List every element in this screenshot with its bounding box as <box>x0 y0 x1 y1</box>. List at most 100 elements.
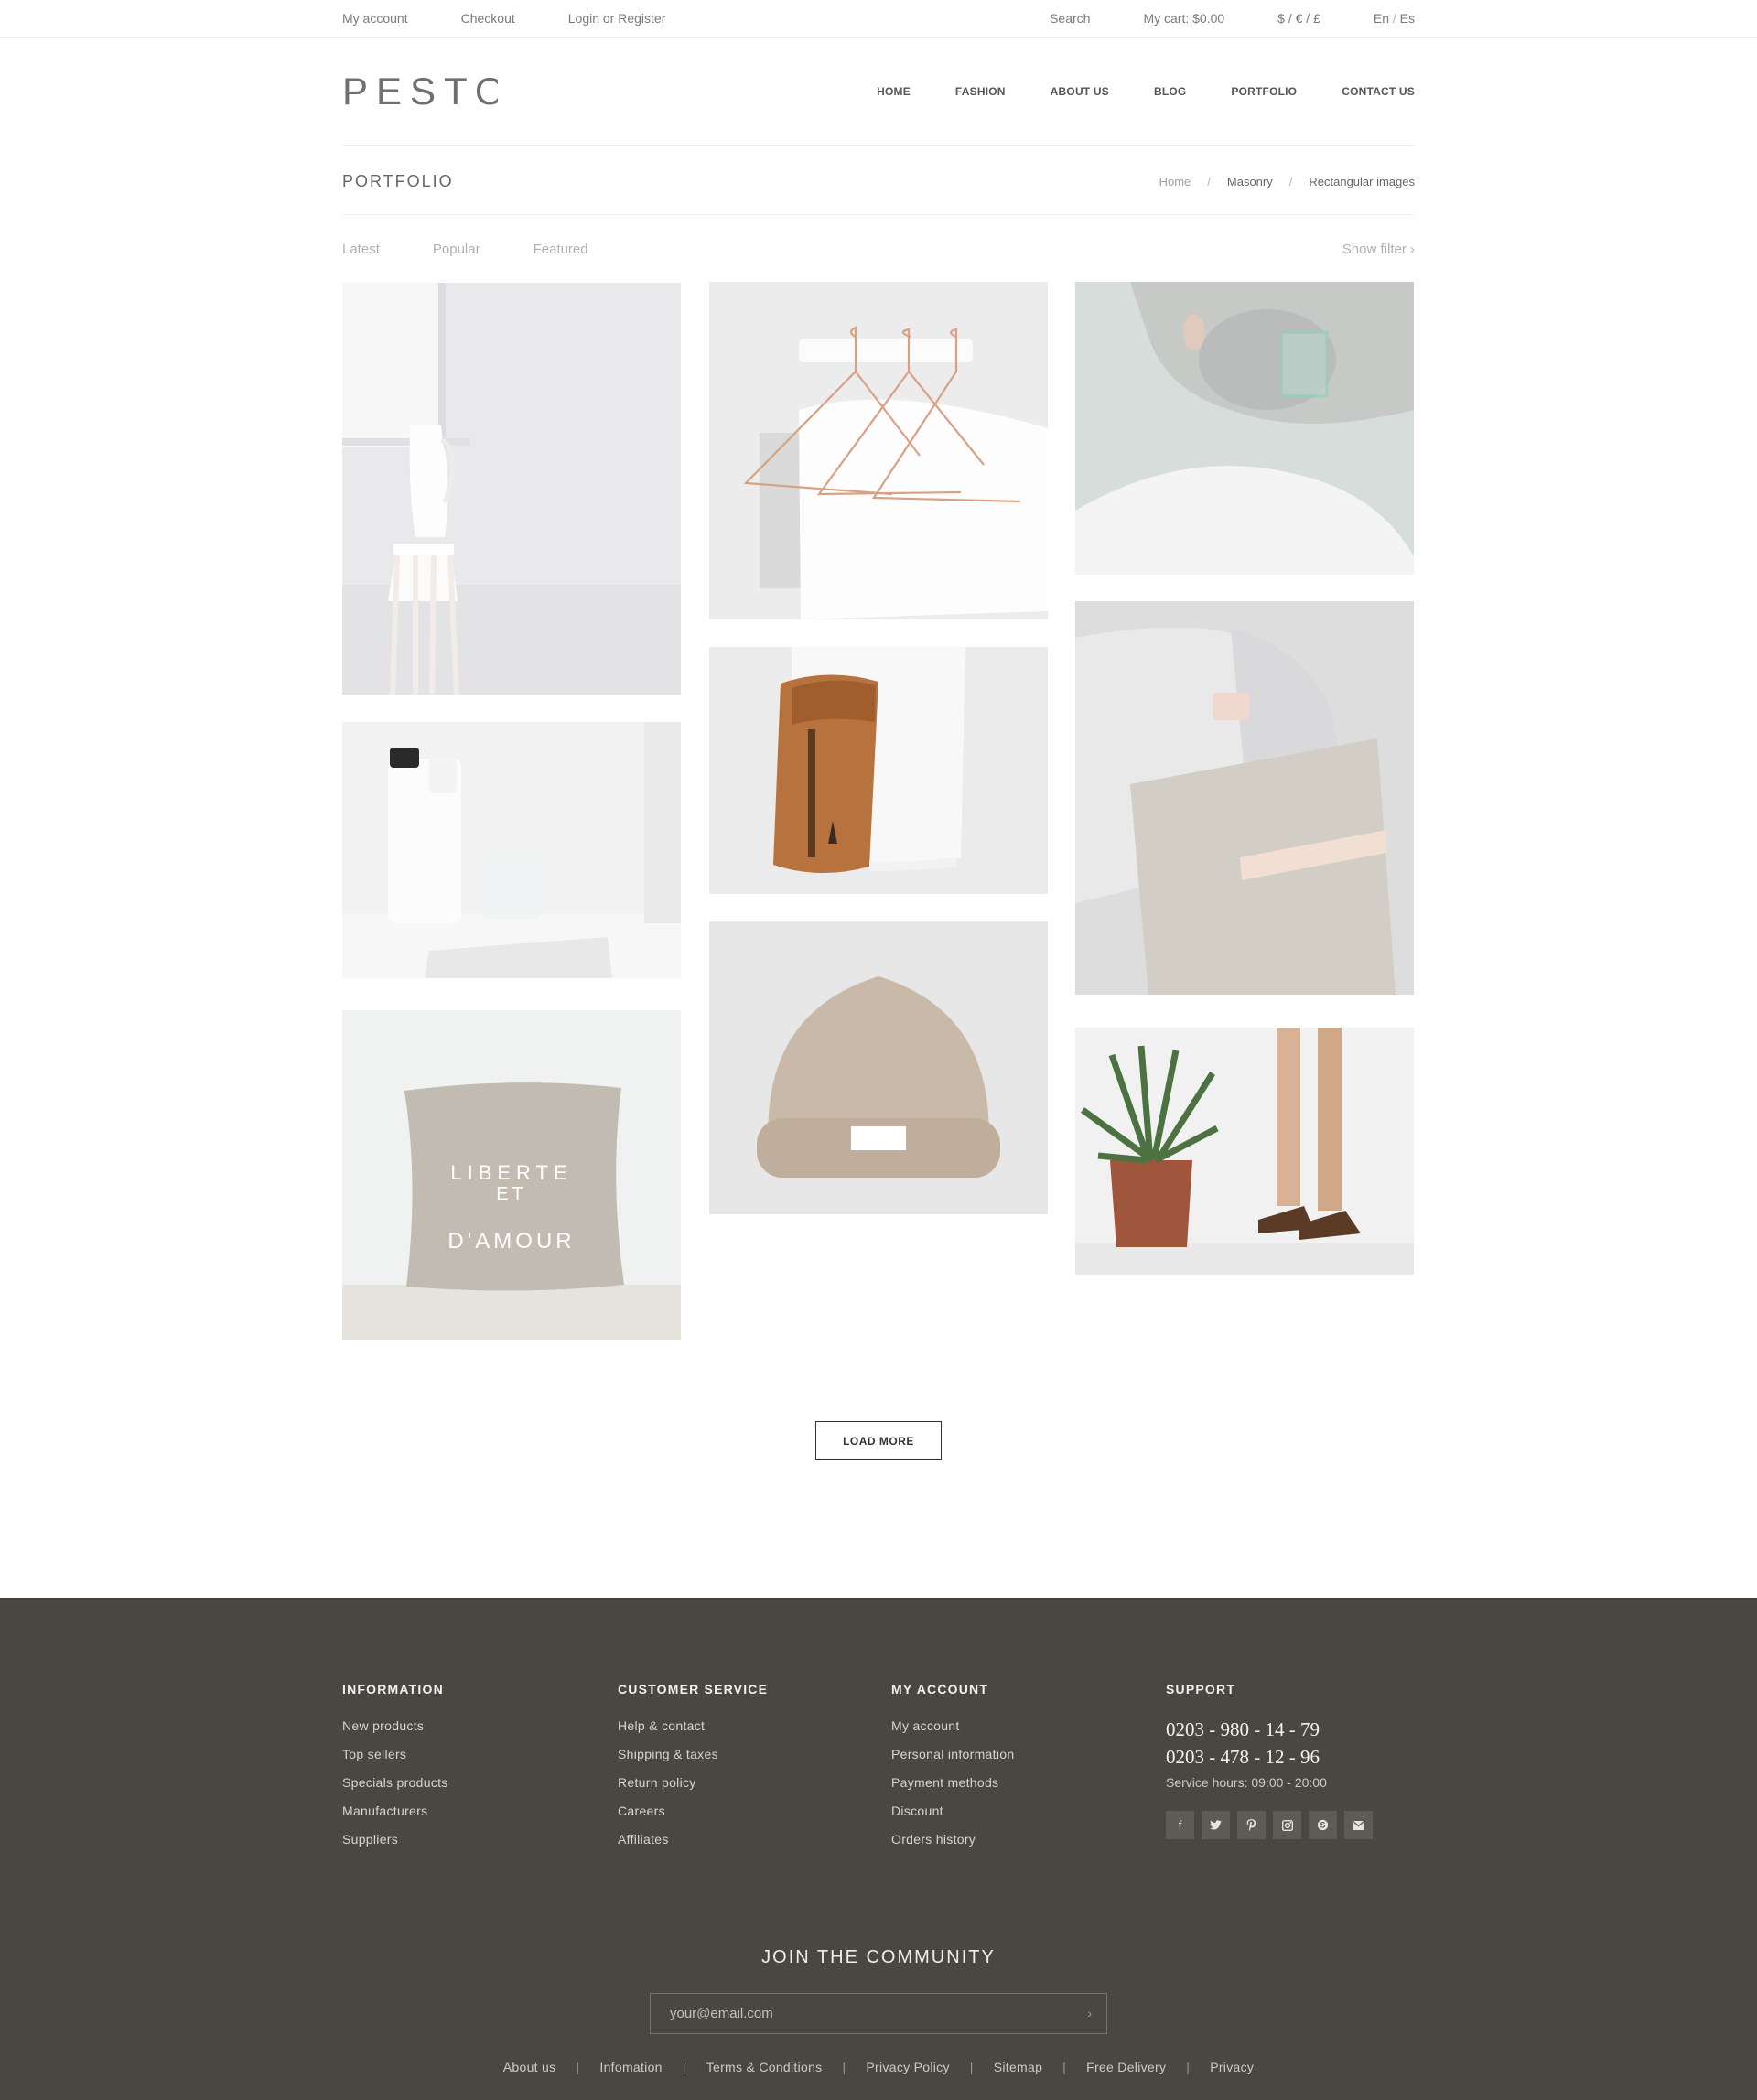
footer-link[interactable]: Manufacturers <box>342 1804 427 1818</box>
footer-bottom-link[interactable]: Privacy Policy <box>866 2060 949 2074</box>
footer-link[interactable]: Shipping & taxes <box>618 1747 718 1761</box>
facebook-icon[interactable]: f <box>1166 1811 1194 1839</box>
footer-customer-service: CUSTOMER SERVICE Help & contact Shipping… <box>618 1682 768 1860</box>
footer-link[interactable]: Suppliers <box>342 1832 398 1847</box>
link-separator: | <box>576 2060 580 2074</box>
breadcrumb-masonry[interactable]: Masonry <box>1227 175 1273 188</box>
support-phone-1: 0203 - 980 - 14 - 79 <box>1166 1718 1320 1740</box>
nav-portfolio[interactable]: PORTFOLIO <box>1231 85 1297 98</box>
footer-link[interactable]: Orders history <box>891 1832 976 1847</box>
newsletter-form: › <box>650 1993 1107 2034</box>
main-nav: HOME FASHION ABOUT US BLOG PORTFOLIO CON… <box>877 85 1415 98</box>
footer-link[interactable]: Discount <box>891 1804 943 1818</box>
breadcrumb-separator: / <box>1207 175 1211 188</box>
footer-link[interactable]: Return policy <box>618 1775 696 1790</box>
footer-support-title: SUPPORT <box>1166 1682 1236 1696</box>
language-switcher: En / Es <box>1374 11 1415 26</box>
footer-support: SUPPORT 0203 - 980 - 14 - 79 0203 - 478 … <box>1166 1682 1373 1839</box>
breadcrumb: Home / Masonry / Rectangular images <box>1159 175 1415 188</box>
portfolio-filters: Latest Popular Featured <box>342 242 588 257</box>
join-community-title: JOIN THE COMMUNITY <box>761 1947 996 1967</box>
portfolio-item-hangers[interactable] <box>709 282 1048 619</box>
footer: INFORMATION New products Top sellers Spe… <box>0 1598 1757 2100</box>
newsletter-email-input[interactable] <box>651 1994 1072 2033</box>
footer-bottom-link[interactable]: Terms & Conditions <box>706 2060 823 2074</box>
filter-latest[interactable]: Latest <box>342 242 380 257</box>
filter-popular[interactable]: Popular <box>433 242 480 257</box>
footer-customer-service-title: CUSTOMER SERVICE <box>618 1682 769 1696</box>
link-separator: | <box>1062 2060 1067 2074</box>
footer-bottom-link[interactable]: Sitemap <box>994 2060 1042 2074</box>
title-divider <box>342 214 1415 215</box>
footer-link[interactable]: Affiliates <box>618 1832 669 1847</box>
pinterest-icon[interactable] <box>1237 1811 1266 1839</box>
link-separator: | <box>1186 2060 1191 2074</box>
top-bar: My account Checkout Login or Register Se… <box>0 0 1757 38</box>
lang-en-link[interactable]: En <box>1374 11 1389 26</box>
nav-home[interactable]: HOME <box>877 85 911 98</box>
svg-text:LIBERTE: LIBERTE <box>450 1161 572 1184</box>
portfolio-item-backpack[interactable] <box>709 647 1048 894</box>
nav-blog[interactable]: BLOG <box>1154 85 1186 98</box>
portfolio-item-jug[interactable] <box>342 283 681 695</box>
breadcrumb-home[interactable]: Home <box>1159 175 1191 188</box>
svg-text:PESTO: PESTO <box>342 71 498 108</box>
currency-switcher[interactable]: $ / € / £ <box>1277 11 1320 26</box>
portfolio-item-knit-bag[interactable] <box>1075 601 1414 995</box>
footer-bottom-links: About us | Infomation | Terms & Conditio… <box>0 2060 1757 2074</box>
footer-link[interactable]: Help & contact <box>618 1718 705 1733</box>
breadcrumb-current: Rectangular images <box>1309 175 1415 188</box>
twitter-icon[interactable] <box>1202 1811 1230 1839</box>
logo[interactable]: PESTO <box>342 71 498 108</box>
portfolio-item-plant-shoes[interactable] <box>1075 1028 1414 1275</box>
header-divider <box>342 145 1415 146</box>
checkout-link[interactable]: Checkout <box>461 11 515 26</box>
chevron-right-icon: › <box>1410 242 1415 257</box>
link-separator: | <box>842 2060 846 2074</box>
footer-bottom-link[interactable]: Infomation <box>599 2060 662 2074</box>
lang-es-link[interactable]: Es <box>1400 11 1415 26</box>
my-account-link[interactable]: My account <box>342 11 408 26</box>
portfolio-item-canister[interactable] <box>342 722 681 978</box>
nav-about-us[interactable]: ABOUT US <box>1051 85 1109 98</box>
portfolio-item-beanie[interactable] <box>709 921 1048 1214</box>
footer-bottom-link[interactable]: About us <box>503 2060 556 2074</box>
lang-separator: / <box>1392 11 1396 26</box>
service-hours: Service hours: 09:00 - 20:00 <box>1166 1775 1327 1790</box>
login-register-link[interactable]: Login or Register <box>568 11 666 26</box>
show-filter-label: Show filter <box>1342 242 1407 257</box>
show-filter-toggle[interactable]: Show filter › <box>1342 242 1415 257</box>
cart-link[interactable]: My cart: $0.00 <box>1143 11 1224 26</box>
footer-link[interactable]: Personal information <box>891 1747 1014 1761</box>
skype-icon[interactable]: S <box>1309 1811 1337 1839</box>
footer-information: INFORMATION New products Top sellers Spe… <box>342 1682 448 1860</box>
portfolio-item-hair-clip[interactable] <box>1075 282 1414 575</box>
footer-link[interactable]: Top sellers <box>342 1747 406 1761</box>
filter-featured[interactable]: Featured <box>534 242 588 257</box>
svg-text:ET: ET <box>496 1184 527 1204</box>
footer-information-title: INFORMATION <box>342 1682 444 1696</box>
support-phone-2: 0203 - 478 - 12 - 96 <box>1166 1746 1320 1768</box>
footer-link[interactable]: My account <box>891 1718 960 1733</box>
svg-text:D'AMOUR: D'AMOUR <box>447 1229 575 1254</box>
footer-bottom-link[interactable]: Privacy <box>1210 2060 1254 2074</box>
search-link[interactable]: Search <box>1050 11 1090 26</box>
footer-link[interactable]: Careers <box>618 1804 665 1818</box>
instagram-icon[interactable] <box>1273 1811 1301 1839</box>
link-separator: | <box>969 2060 974 2074</box>
footer-link[interactable]: Specials products <box>342 1775 448 1790</box>
footer-my-account-title: MY ACCOUNT <box>891 1682 989 1696</box>
footer-bottom-link[interactable]: Free Delivery <box>1086 2060 1166 2074</box>
load-more-button[interactable]: LOAD MORE <box>815 1421 942 1460</box>
footer-link[interactable]: New products <box>342 1718 424 1733</box>
chevron-right-icon[interactable]: › <box>1087 2006 1092 2020</box>
nav-fashion[interactable]: FASHION <box>955 85 1006 98</box>
social-links: f S <box>1166 1811 1373 1839</box>
breadcrumb-separator: / <box>1288 175 1293 188</box>
footer-link[interactable]: Payment methods <box>891 1775 998 1790</box>
mail-icon[interactable] <box>1344 1811 1373 1839</box>
page-title: PORTFOLIO <box>342 172 454 190</box>
nav-contact-us[interactable]: CONTACT US <box>1342 85 1415 98</box>
portfolio-item-pillow[interactable]: LIBERTE ET D'AMOUR <box>342 1010 681 1340</box>
link-separator: | <box>682 2060 686 2074</box>
